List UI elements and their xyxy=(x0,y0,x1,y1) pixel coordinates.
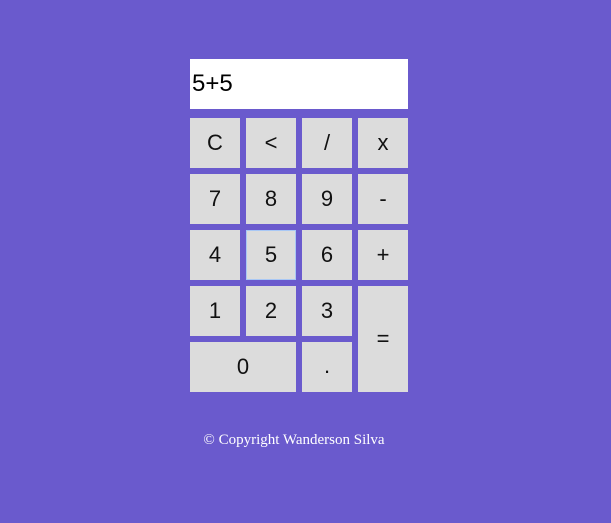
equals-button[interactable]: = xyxy=(358,286,408,392)
digit-1-button[interactable]: 1 xyxy=(190,286,240,336)
plus-button[interactable]: + xyxy=(358,230,408,280)
backspace-button[interactable]: < xyxy=(246,118,296,168)
digit-0-button[interactable]: 0 xyxy=(190,342,296,392)
digit-3-button[interactable]: 3 xyxy=(302,286,352,336)
copyright-footer: © Copyright Wanderson Silva xyxy=(203,432,385,448)
minus-button[interactable]: - xyxy=(358,174,408,224)
decimal-point-button[interactable]: . xyxy=(302,342,352,392)
digit-7-button[interactable]: 7 xyxy=(190,174,240,224)
digit-5-button[interactable]: 5 xyxy=(246,230,296,280)
digit-9-button[interactable]: 9 xyxy=(302,174,352,224)
digit-2-button[interactable]: 2 xyxy=(246,286,296,336)
digit-4-button[interactable]: 4 xyxy=(190,230,240,280)
divide-button[interactable]: / xyxy=(302,118,352,168)
digit-8-button[interactable]: 8 xyxy=(246,174,296,224)
clear-button[interactable]: C xyxy=(190,118,240,168)
calculator-display[interactable]: 5+5 xyxy=(190,59,408,109)
digit-6-button[interactable]: 6 xyxy=(302,230,352,280)
keypad: C < / x 7 8 9 - 4 5 6 + 1 2 3 = 0 . xyxy=(190,118,408,392)
multiply-button[interactable]: x xyxy=(358,118,408,168)
